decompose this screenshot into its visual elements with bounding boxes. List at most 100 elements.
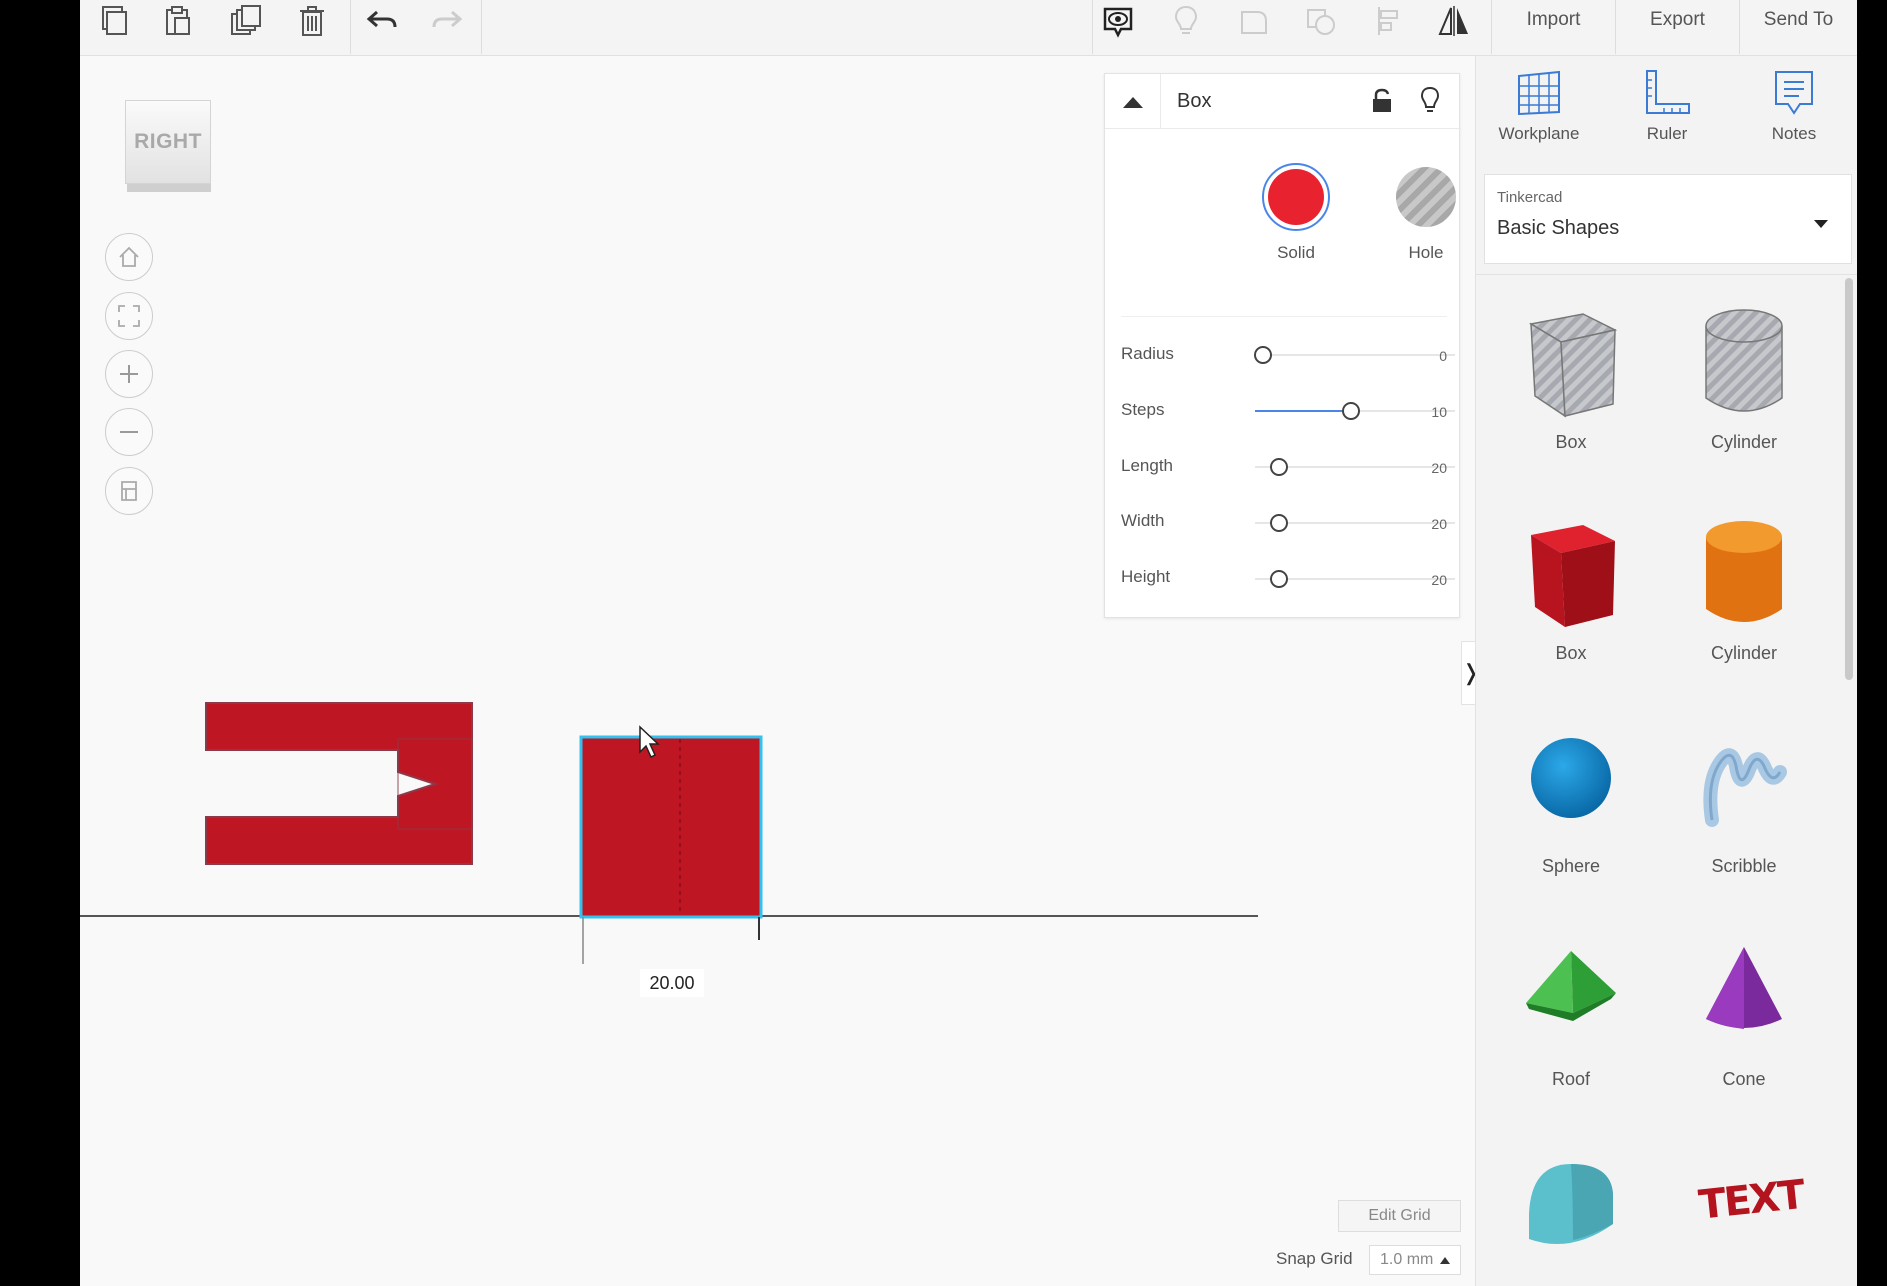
height-value[interactable]: 20 [1397,572,1447,588]
lock-icon[interactable] [1371,88,1393,114]
cylinder-shape-icon [1684,507,1804,637]
ungroup-button[interactable] [1296,0,1346,42]
copy-button[interactable] [88,0,138,42]
perspective-button[interactable] [105,467,153,515]
radius-value[interactable]: 0 [1397,348,1447,364]
send-to-button[interactable]: Send To [1740,0,1857,40]
caret-down-icon [1813,219,1829,229]
ungroup-icon [1304,4,1338,38]
eye-bubble-icon [1101,4,1135,38]
show-all-button[interactable] [1093,0,1143,42]
shape-cylinder[interactable]: Cylinder [1659,507,1829,707]
length-value[interactable]: 20 [1397,460,1447,476]
workplane-icon [1514,68,1564,118]
zoom-in-button[interactable] [105,350,153,398]
shape-box-hole[interactable]: Box [1486,296,1656,496]
solid-label: Solid [1246,243,1346,263]
ruler-icon [1642,68,1692,118]
workplane-tool[interactable]: Workplane [1479,68,1599,168]
library-category: Tinkercad [1497,189,1562,206]
round-roof-shape-icon [1511,1144,1631,1274]
shape-scribble[interactable]: Scribble [1659,720,1829,920]
mirror-button[interactable] [1429,0,1479,42]
shape-text[interactable]: TEXT [1659,1144,1829,1286]
perspective-icon [116,478,142,504]
group-button[interactable] [1229,0,1279,42]
right-panel: Workplane Ruler Notes Tinkercad Basic Sh… [1475,56,1857,1286]
hole-label: Hole [1376,243,1476,263]
slider-knob[interactable] [1270,570,1288,588]
selected-box-shape[interactable] [581,737,761,917]
trash-icon [295,4,329,38]
shape-library-dropdown[interactable]: Tinkercad Basic Shapes [1484,174,1852,264]
undo-icon [365,4,399,38]
zoom-out-button[interactable] [105,408,153,456]
redo-icon [430,4,464,38]
box-shape-icon [1511,507,1631,637]
home-view-button[interactable] [105,233,153,281]
duplicate-icon [228,4,262,38]
import-button[interactable]: Import [1492,0,1615,40]
shape-cone[interactable]: Cone [1659,933,1829,1133]
paste-button[interactable] [153,0,203,42]
shape-list-scrollbar[interactable] [1845,278,1853,680]
cone-shape-icon [1684,933,1804,1063]
caret-up-icon [1440,1256,1450,1264]
text-shape-icon: TEXT [1684,1144,1804,1274]
shape-round-roof[interactable] [1486,1144,1656,1286]
cylinder-hole-shape-icon [1684,296,1804,426]
sphere-shape-icon [1511,720,1631,850]
minus-icon [116,419,142,445]
library-selected: Basic Shapes [1497,217,1619,240]
notes-icon [1769,68,1819,118]
export-button[interactable]: Export [1616,0,1739,40]
snap-grid-select[interactable]: 1.0 mm [1369,1245,1461,1275]
redo-button[interactable] [422,0,472,42]
delete-button[interactable] [287,0,337,42]
home-icon [116,244,142,270]
shape-sphere[interactable]: Sphere [1486,720,1656,920]
slider-knob[interactable] [1254,346,1272,364]
edit-grid-button[interactable]: Edit Grid [1338,1200,1461,1232]
paste-icon [161,4,195,38]
inspector-title: Box [1177,90,1211,113]
plus-icon [116,361,142,387]
copy-icon [96,4,130,38]
shape-roof[interactable]: Roof [1486,933,1656,1133]
slider-knob[interactable] [1270,514,1288,532]
view-cube[interactable]: RIGHT [125,100,213,192]
undo-button[interactable] [357,0,407,42]
svg-text:TEXT: TEXT [1697,1172,1804,1229]
scribble-shape-icon [1684,720,1804,850]
shape-inspector: Box Solid Hole Radius 0 Steps 10 Length … [1104,73,1460,618]
slotted-box-shape[interactable] [206,703,472,864]
fit-view-button[interactable] [105,292,153,340]
roof-shape-icon [1511,933,1631,1063]
snap-grid-label: Snap Grid [1276,1249,1353,1269]
caret-up-icon [1122,95,1144,109]
hole-swatch[interactable] [1396,167,1456,227]
slider-knob[interactable] [1342,402,1360,420]
collapse-inspector-button[interactable] [1105,74,1161,129]
lightbulb-icon[interactable] [1419,86,1441,116]
top-toolbar: Import Export Send To [80,0,1857,56]
steps-value[interactable]: 10 [1397,404,1447,420]
mirror-icon [1437,4,1471,38]
ruler-tool[interactable]: Ruler [1607,68,1727,168]
solid-color-swatch[interactable] [1262,163,1330,231]
width-value[interactable]: 20 [1397,516,1447,532]
lightbulb-icon [1169,4,1203,38]
duplicate-button[interactable] [220,0,270,42]
group-icon [1237,4,1271,38]
shape-box[interactable]: Box [1486,507,1656,707]
slider-knob[interactable] [1270,458,1288,476]
fit-to-view-icon [116,303,142,329]
box-hole-shape-icon [1511,296,1631,426]
hint-button[interactable] [1161,0,1211,42]
align-button[interactable] [1365,0,1415,42]
align-icon [1373,4,1407,38]
view-cube-face[interactable]: RIGHT [125,100,211,184]
shape-cylinder-hole[interactable]: Cylinder [1659,296,1829,496]
dimension-label[interactable]: 20.00 [640,969,704,997]
notes-tool[interactable]: Notes [1734,68,1854,168]
